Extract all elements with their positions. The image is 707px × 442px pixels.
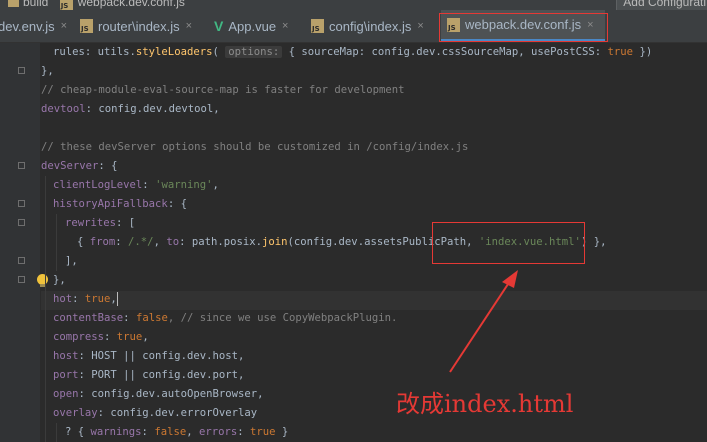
close-icon[interactable]: × (186, 20, 192, 32)
parameter-hint: options: (225, 46, 283, 58)
code-line: port: PORT || config.dev.port, (53, 369, 245, 381)
tab-app-vue[interactable]: V App.vue × (214, 10, 304, 42)
code-line: compress: true, (53, 331, 149, 343)
navigation-bar: build webpack.dev.conf.js Add Configurat… (0, 0, 707, 10)
code-line: contentBase: false, // since we use Copy… (53, 312, 398, 324)
fold-marker-icon[interactable] (18, 200, 25, 207)
code-line: ? { warnings: false, errors: true } (65, 426, 289, 438)
tab-config-index-js[interactable]: config\index.js × (311, 10, 435, 42)
code-line: open: config.dev.autoOpenBrowser, (53, 388, 264, 400)
editor-gutter (0, 43, 40, 442)
highlight-box-rewrite-target (432, 222, 585, 264)
js-file-icon (311, 19, 324, 33)
code-line: }, (41, 65, 54, 77)
highlight-box-active-tab (439, 13, 608, 42)
js-file-icon (59, 0, 73, 10)
code-line: rewrites: [ (65, 217, 136, 229)
tab-dev-env-js[interactable]: dev.env.js × (0, 10, 72, 42)
code-comment: // cheap-module-eval-source-map is faste… (41, 84, 405, 96)
fold-marker-icon[interactable] (18, 67, 25, 74)
tab-router-index-js[interactable]: router\index.js × (80, 10, 208, 42)
vue-file-icon: V (214, 18, 224, 34)
fold-marker-icon[interactable] (18, 276, 25, 283)
breadcrumb: build webpack.dev.conf.js (0, 0, 185, 10)
annotation-arrow-icon (449, 270, 518, 373)
close-icon[interactable]: × (417, 20, 423, 32)
tab-label: router\index.js (98, 18, 180, 34)
code-line: ], (65, 255, 78, 267)
close-icon[interactable]: × (282, 20, 288, 32)
folder-icon (8, 0, 19, 7)
code-line: overlay: config.dev.errorOverlay (53, 407, 258, 419)
code-line: devtool: config.dev.devtool, (41, 103, 220, 115)
breadcrumb-file[interactable]: webpack.dev.conf.js (78, 0, 185, 9)
code-line: hot: true, (53, 292, 118, 306)
fold-marker-icon[interactable] (18, 162, 25, 169)
tab-label: dev.env.js (0, 18, 55, 34)
add-configuration-button[interactable]: Add Configurati (616, 0, 707, 10)
fold-marker-icon[interactable] (18, 257, 25, 264)
js-file-icon (80, 19, 93, 33)
text-cursor (116, 292, 118, 306)
fold-marker-icon[interactable] (18, 219, 25, 226)
code-editor[interactable]: rules: utils.styleLoaders( options: { so… (41, 43, 707, 442)
close-icon[interactable]: × (61, 20, 67, 32)
tab-label: App.vue (228, 18, 277, 34)
code-line: historyApiFallback: { (53, 198, 187, 210)
code-comment: // these devServer options should be cus… (41, 141, 469, 153)
annotation-text: 改成index.html (396, 390, 574, 418)
code-line: }, (53, 274, 66, 286)
code-line: rules: utils.styleLoaders( options: { so… (53, 46, 653, 58)
breadcrumb-folder[interactable]: build (23, 0, 48, 9)
code-line: host: HOST || config.dev.host, (53, 350, 245, 362)
code-line: devServer: { (41, 160, 118, 172)
code-line: clientLogLevel: 'warning', (53, 179, 219, 191)
tab-label: config\index.js (329, 18, 412, 34)
